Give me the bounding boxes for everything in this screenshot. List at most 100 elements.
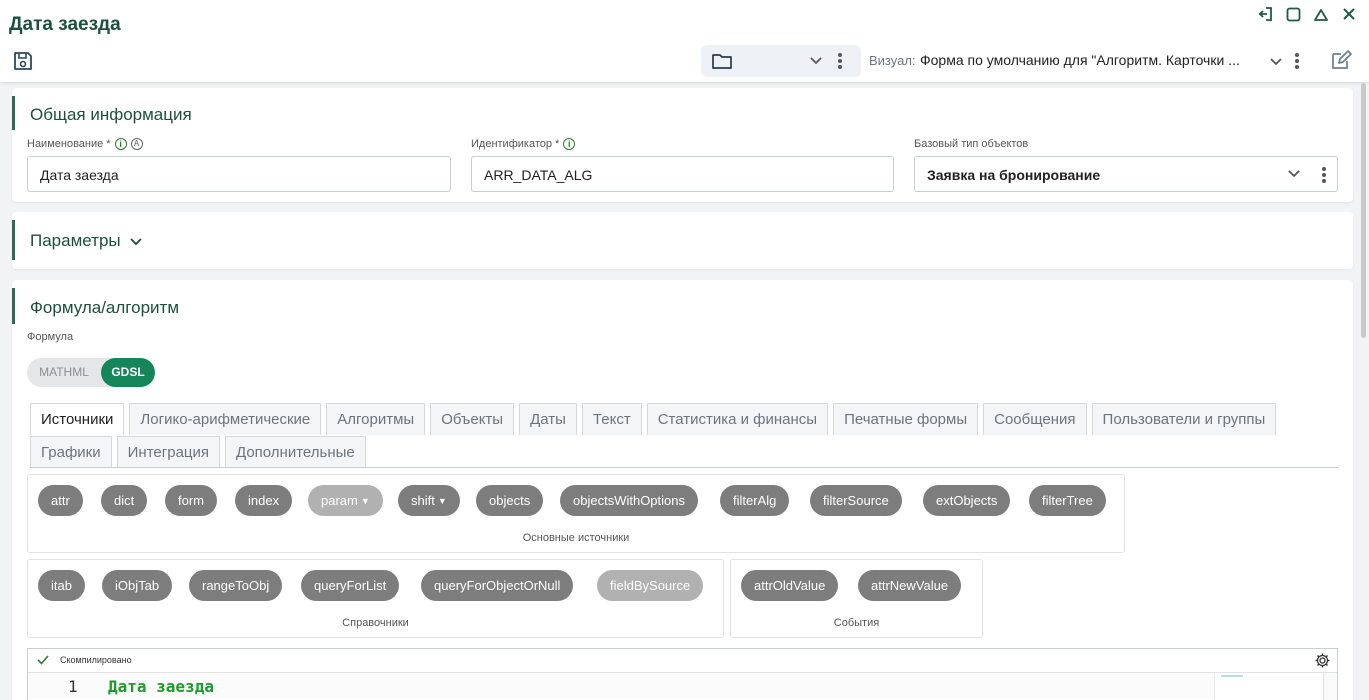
info-icon[interactable]: i <box>563 138 576 150</box>
base-type-value: Заявка на бронирование <box>927 167 1101 183</box>
editor-status-bar: Скомпилировано <box>28 649 1337 673</box>
edit-form-icon[interactable] <box>1330 49 1352 76</box>
fn-button[interactable]: rangeToObj <box>189 570 283 601</box>
fn-label: param <box>321 493 358 508</box>
fn-button[interactable]: form <box>165 485 217 516</box>
name-input[interactable]: Дата заезда <box>27 156 451 192</box>
fn-button[interactable]: index <box>235 485 293 516</box>
tab-additional[interactable]: Дополнительные <box>225 436 366 468</box>
section-accent <box>12 220 15 260</box>
parameters-toggle[interactable]: Параметры <box>30 231 143 251</box>
formula-title: Формула/алгоритм <box>30 298 180 317</box>
fn-button[interactable]: attrOldValue <box>741 570 839 601</box>
tab-statistics-finance[interactable]: Статистика и финансы <box>646 403 829 435</box>
tab-logic-arithmetic[interactable]: Логико-арифметические <box>129 403 322 435</box>
maximize-icon[interactable] <box>1283 5 1303 23</box>
check-icon <box>36 653 50 670</box>
tab-sources[interactable]: Источники <box>30 403 125 435</box>
auto-translate-icon[interactable]: A <box>130 138 143 150</box>
group-caption: События <box>833 617 880 629</box>
name-field-label: Наименование * i A <box>27 138 143 150</box>
parameters-title: Параметры <box>30 231 121 250</box>
identifier-input[interactable]: ARR_DATA_ALG <box>471 156 894 192</box>
more-vertical-icon[interactable] <box>1294 51 1300 76</box>
group-caption: Основные источники <box>522 532 630 544</box>
fn-button[interactable]: extObjects <box>923 485 1011 516</box>
fn-button[interactable]: objectsWithOptions <box>560 485 698 516</box>
function-tabs-row-1: Источники Логико-арифметические Алгоритм… <box>30 403 1277 435</box>
editor-scrollbar[interactable] <box>1323 673 1337 700</box>
tab-print-forms[interactable]: Печатные формы <box>833 403 979 435</box>
gdsl-option[interactable]: GDSL <box>101 358 155 387</box>
mathml-option[interactable]: MATHML <box>27 358 101 387</box>
line-number: 1 <box>68 677 78 696</box>
chevron-down-icon[interactable] <box>809 53 823 72</box>
more-vertical-icon[interactable] <box>1321 165 1327 188</box>
code-text[interactable]: Дата заезда <box>108 677 214 696</box>
page-scrollbar[interactable] <box>1361 83 1366 338</box>
fn-button[interactable]: filterAlg <box>720 485 790 516</box>
general-info-title: Общая информация <box>30 105 192 124</box>
chevron-down-icon[interactable] <box>1269 54 1283 73</box>
code-line[interactable]: 1 Дата заезда <box>28 673 1214 699</box>
fn-button[interactable]: attr <box>38 485 83 516</box>
name-label-text: Наименование * <box>27 138 111 150</box>
fn-button[interactable]: dict <box>101 485 148 516</box>
general-info-card: Общая информация Наименование * i A Дата… <box>12 88 1353 202</box>
formula-mode-toggle[interactable]: MATHML GDSL <box>27 358 155 387</box>
tab-dates[interactable]: Даты <box>519 403 577 435</box>
folder-select[interactable] <box>701 45 861 77</box>
formula-label: Формула <box>27 331 74 343</box>
fn-button[interactable]: filterTree <box>1029 485 1106 516</box>
id-label-text: Идентификатор * <box>471 138 560 150</box>
fn-button[interactable]: iObjTab <box>102 570 173 601</box>
caret-down-icon: ▼ <box>360 496 370 506</box>
save-button[interactable] <box>11 50 35 72</box>
section-accent <box>12 96 15 130</box>
tab-algorithms[interactable]: Алгоритмы <box>326 403 426 435</box>
info-icon[interactable]: i <box>114 138 127 150</box>
code-editor[interactable]: Скомпилировано 1 Дата заезда <box>27 648 1338 700</box>
chevron-down-icon <box>129 238 142 246</box>
base-type-select[interactable]: Заявка на бронирование <box>914 156 1338 192</box>
tab-objects[interactable]: Объекты <box>430 403 515 435</box>
fn-dropdown-button[interactable]: param ▼ <box>308 485 383 516</box>
main-sources-group: attr dict form index param ▼ shift ▼ objec… <box>27 474 1125 553</box>
base-type-field-label: Базовый тип объектов <box>914 138 1029 150</box>
references-group: itab iObjTab rangeToObj queryForList que… <box>27 559 724 638</box>
fn-button[interactable]: queryForList <box>301 570 400 601</box>
fn-button[interactable]: itab <box>38 570 85 601</box>
detach-icon[interactable] <box>1255 5 1275 23</box>
folder-icon <box>711 51 733 76</box>
fn-dropdown-button[interactable]: shift ▼ <box>398 485 460 516</box>
tab-users-groups[interactable]: Пользователи и группы <box>1091 403 1277 435</box>
gear-icon[interactable] <box>1314 652 1331 674</box>
compile-status: Скомпилировано <box>60 655 132 665</box>
header: Дата заезда Визуал: Форма по умолчанию д… <box>0 0 1369 82</box>
caret-down-icon: ▼ <box>437 496 447 506</box>
function-tabs-row-2: Графики Интеграция Дополнительные <box>30 436 366 468</box>
fn-button[interactable]: filterSource <box>810 485 902 516</box>
chevron-down-icon[interactable] <box>1287 166 1301 183</box>
tabs-divider <box>30 467 1339 468</box>
fn-button[interactable]: queryForObjectOrNull <box>421 570 574 601</box>
tab-charts[interactable]: Графики <box>30 436 112 468</box>
group-caption: Справочники <box>342 617 409 629</box>
fn-button[interactable]: attrNewValue <box>858 570 962 601</box>
visual-label: Визуал: <box>869 53 916 68</box>
fn-label: shift <box>411 493 435 508</box>
fn-button[interactable]: fieldBySource <box>597 570 704 601</box>
visual-select[interactable]: Форма по умолчанию для "Алгоритм. Карточ… <box>920 52 1265 68</box>
collapse-icon[interactable] <box>1311 5 1331 23</box>
window-controls <box>1255 5 1359 23</box>
id-field-label: Идентификатор * i <box>471 138 576 150</box>
more-vertical-icon[interactable] <box>837 51 843 76</box>
page-title: Дата заезда <box>9 14 121 35</box>
parameters-card[interactable]: Параметры <box>12 212 1353 269</box>
tab-messages[interactable]: Сообщения <box>983 403 1087 435</box>
fn-button[interactable]: objects <box>476 485 544 516</box>
close-icon[interactable] <box>1339 5 1359 23</box>
tab-integration[interactable]: Интеграция <box>116 436 220 468</box>
minimap[interactable] <box>1214 673 1322 700</box>
tab-text[interactable]: Текст <box>581 403 642 435</box>
